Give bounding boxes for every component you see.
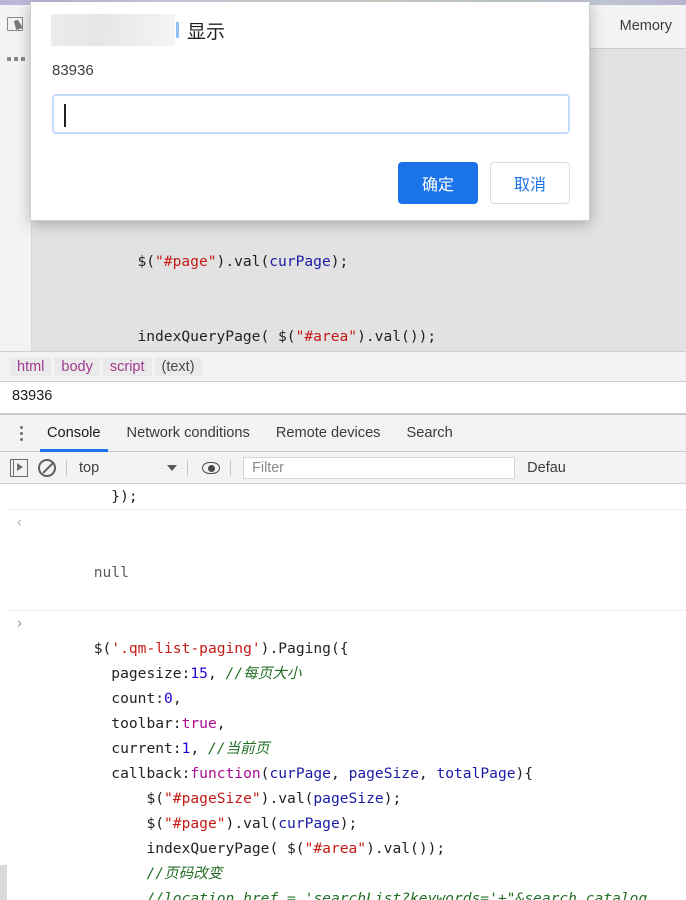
toolbar-divider xyxy=(230,459,232,476)
console-entry-input-line: $("#page").val(curPage); xyxy=(146,815,358,832)
tab-network-conditions[interactable]: Network conditions xyxy=(114,415,263,452)
live-expression-icon[interactable] xyxy=(202,459,221,477)
console-left-edge xyxy=(0,484,8,900)
dialog-message: 83936 xyxy=(52,62,94,79)
source-line: $("#page").val(curPage); xyxy=(137,253,349,270)
breadcrumb-item-script[interactable]: script xyxy=(102,357,152,376)
more-tools-icon[interactable] xyxy=(8,425,34,441)
breadcrumb-item-body[interactable]: body xyxy=(54,357,100,376)
origin-separator xyxy=(176,22,179,38)
tab-search[interactable]: Search xyxy=(393,415,465,452)
console-filter-input[interactable]: Filter xyxy=(243,456,516,479)
breadcrumb-item-html[interactable]: html xyxy=(10,357,52,376)
cancel-button[interactable]: 取消 xyxy=(490,162,570,204)
console-context-selector[interactable]: top xyxy=(79,460,99,476)
drawer-tab-bar: Console Network conditions Remote device… xyxy=(0,414,686,452)
elements-search-input[interactable]: 83936 xyxy=(12,388,52,404)
toolbar-divider xyxy=(66,459,67,476)
tab-remote-devices[interactable]: Remote devices xyxy=(263,415,394,452)
elements-search-bar[interactable]: 83936 xyxy=(0,382,686,414)
console-entry-input-line: //页码改变 xyxy=(146,865,223,882)
javascript-prompt-dialog[interactable]: 显示 83936 确定 取消 xyxy=(30,2,590,221)
console-entry-input-line: $("#pageSize").val(pageSize); xyxy=(146,790,402,807)
device-toolbar-button[interactable] xyxy=(0,5,32,49)
devtools-window: Memory ){ $("#pageSize").val(pageSize); … xyxy=(0,0,686,900)
text-cursor xyxy=(64,104,66,127)
console-entry-input-line: pagesize:15, //每页大小 xyxy=(111,665,302,682)
console-entry-input-line: current:1, //当前页 xyxy=(111,740,270,757)
ok-button[interactable]: 确定 xyxy=(398,162,478,204)
console-entry-input: › $('.qm-list-paging').Paging({ xyxy=(1,611,686,661)
console-entry-result: ‹ null xyxy=(1,510,686,610)
redacted-origin xyxy=(51,14,175,46)
console-entry-input-line: //location.href = 'searchList?keywords='… xyxy=(146,890,648,900)
dialog-origin-suffix: 显示 xyxy=(187,21,226,43)
console-toolbar: top Filter Defau xyxy=(0,452,686,484)
dialog-input[interactable] xyxy=(52,94,570,134)
chevron-down-icon[interactable] xyxy=(167,464,178,471)
console-filter-placeholder: Filter xyxy=(252,459,284,476)
input-arrow-icon: › xyxy=(15,614,25,632)
tab-console[interactable]: Console xyxy=(34,415,114,452)
dialog-origin-row: 显示 xyxy=(51,14,225,46)
console-entry-input-line: callback:function(curPage, pageSize, tot… xyxy=(111,765,534,782)
breadcrumb: html body script (text) xyxy=(0,351,686,382)
console-scroll-track[interactable] xyxy=(0,865,7,900)
console-result-value: null xyxy=(93,564,129,581)
device-toolbar-icon xyxy=(7,17,25,34)
tab-memory[interactable]: Memory xyxy=(614,16,678,36)
console-entry-input-line: toolbar:true, xyxy=(111,715,226,732)
console-log-area[interactable]: }); ‹ null › $('.qm-list-paging').Paging(… xyxy=(0,484,686,900)
return-arrow-icon: ‹ xyxy=(15,513,25,531)
console-sidebar-icon[interactable] xyxy=(10,458,28,477)
clear-console-icon[interactable] xyxy=(38,458,56,477)
console-entry-input-line: count:0, xyxy=(111,690,182,707)
toolbar-divider xyxy=(187,459,189,476)
more-options-icon[interactable] xyxy=(7,57,25,61)
source-line: indexQueryPage( $("#area").val()); xyxy=(137,328,437,345)
dialog-button-row: 确定 取消 xyxy=(398,162,570,204)
console-entry-input-line: indexQueryPage( $("#area").val()); xyxy=(146,840,446,857)
breadcrumb-item-text[interactable]: (text) xyxy=(154,357,202,376)
log-level-selector[interactable]: Defau xyxy=(527,460,566,476)
console-entry-fragment: }); xyxy=(41,488,138,505)
